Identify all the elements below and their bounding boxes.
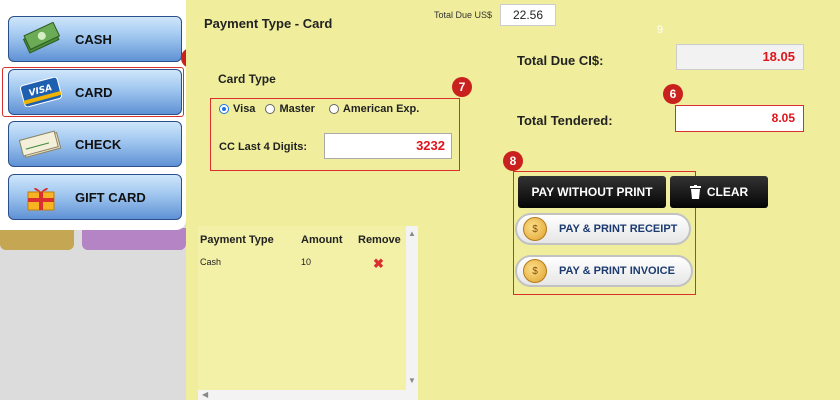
- card-type-label: Card Type: [218, 72, 276, 86]
- total-tendered-input[interactable]: 8.05: [675, 105, 804, 132]
- total-due-us-label: Total Due US$: [434, 10, 493, 20]
- selected-method-highlight: [2, 67, 184, 117]
- row-amount: 10: [301, 257, 312, 267]
- check-icon: [15, 124, 67, 164]
- column-header-remove: Remove: [358, 234, 401, 246]
- total-due-ci-value: 18.05: [676, 44, 804, 70]
- trash-icon: [689, 185, 701, 199]
- card-type-options: Visa Master American Exp.: [219, 103, 419, 115]
- cash-icon: [15, 19, 67, 59]
- pay-print-invoice-button[interactable]: $ PAY & PRINT INVOICE: [515, 255, 693, 287]
- step-badge-8: 8: [503, 151, 523, 171]
- check-button[interactable]: CHECK: [8, 121, 182, 167]
- pay-without-print-label: PAY WITHOUT PRINT: [531, 185, 653, 199]
- remove-payment-icon[interactable]: ✖: [373, 256, 384, 272]
- coin-icon: $: [523, 217, 547, 241]
- gift-card-icon: [15, 177, 67, 217]
- total-due-ci-label: Total Due CI$:: [517, 53, 604, 68]
- category-tile-purple[interactable]: [82, 228, 186, 250]
- total-tendered-label: Total Tendered:: [517, 113, 613, 128]
- gift-card-button[interactable]: GIFT CARD: [8, 174, 182, 220]
- row-payment-type: Cash: [200, 257, 222, 267]
- visa-option-label[interactable]: Visa: [233, 103, 255, 115]
- faint-digit: 9: [657, 24, 664, 36]
- check-label: CHECK: [75, 136, 122, 152]
- total-due-us-value: 22.56: [500, 4, 556, 26]
- step-badge-7: 7: [452, 77, 472, 97]
- visa-radio[interactable]: [219, 104, 229, 114]
- payment-method-menu: CASH VISA CARD CHECK GIFT CARD: [0, 0, 186, 230]
- table-vertical-scrollbar[interactable]: ▲ ▼: [406, 226, 418, 400]
- cc-last-4-label: CC Last 4 Digits:: [219, 141, 308, 153]
- table-horizontal-scrollbar[interactable]: ◀: [198, 390, 406, 400]
- cash-label: CASH: [75, 31, 112, 47]
- cash-button[interactable]: CASH: [8, 16, 182, 62]
- column-header-payment-type: Payment Type: [200, 234, 274, 246]
- pay-without-print-button[interactable]: PAY WITHOUT PRINT: [518, 176, 666, 208]
- scroll-left-arrow-icon[interactable]: ◀: [202, 390, 208, 399]
- column-header-amount: Amount: [301, 234, 343, 246]
- page-title: Payment Type - Card: [204, 16, 333, 31]
- clear-label: CLEAR: [706, 185, 749, 199]
- step-badge-6: 6: [663, 84, 683, 104]
- pay-print-receipt-label: PAY & PRINT RECEIPT: [559, 223, 678, 235]
- cc-last-4-input[interactable]: 3232: [324, 133, 452, 159]
- master-radio[interactable]: [265, 104, 276, 114]
- amex-radio[interactable]: [328, 104, 339, 114]
- payments-table: Payment Type Amount Remove: [198, 226, 418, 400]
- category-tile-gold[interactable]: [0, 228, 74, 250]
- scroll-up-arrow-icon[interactable]: ▲: [408, 229, 416, 238]
- coin-icon: $: [523, 259, 547, 283]
- pay-print-invoice-label: PAY & PRINT INVOICE: [559, 265, 675, 277]
- pay-print-receipt-button[interactable]: $ PAY & PRINT RECEIPT: [515, 213, 691, 245]
- gift-card-label: GIFT CARD: [75, 189, 146, 205]
- clear-button[interactable]: CLEAR: [670, 176, 768, 208]
- scroll-down-arrow-icon[interactable]: ▼: [408, 376, 416, 385]
- amex-option-label[interactable]: American Exp.: [343, 103, 419, 115]
- master-option-label[interactable]: Master: [279, 103, 314, 115]
